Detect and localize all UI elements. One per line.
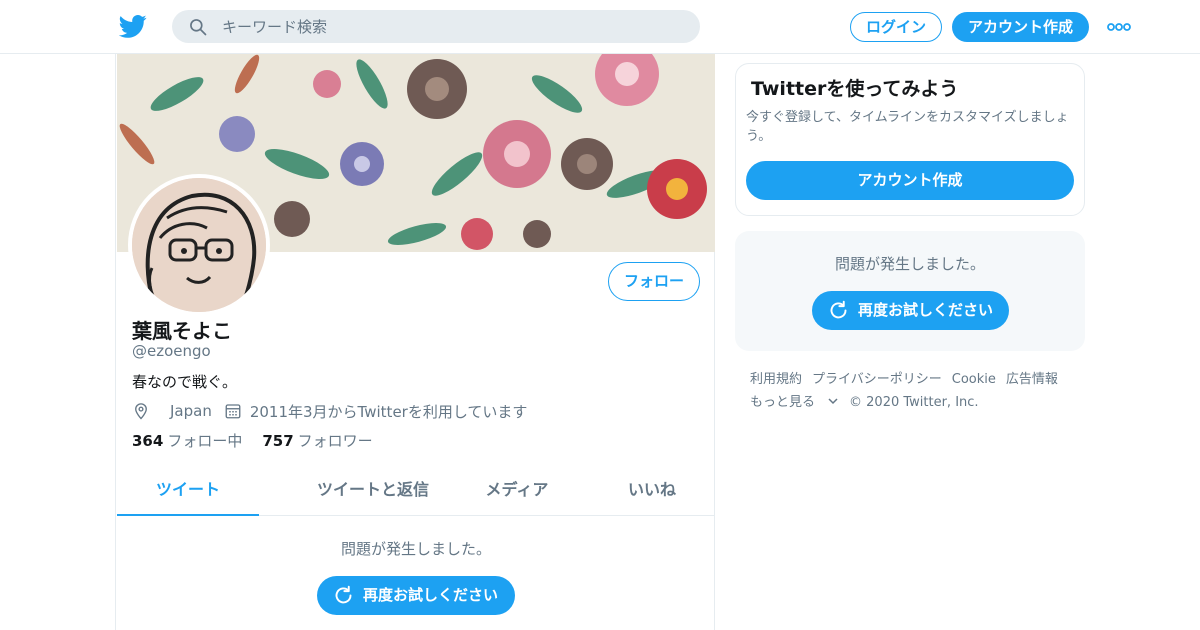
profile-bio: 春なので戦ぐ。 xyxy=(132,373,238,391)
promo-signup-button[interactable]: アカウント作成 xyxy=(746,161,1074,200)
retry-label: 再度お試しください xyxy=(858,301,994,319)
footer-link-privacy[interactable]: プライバシーポリシー xyxy=(812,372,942,387)
profile-meta: Japan 2011年3月からTwitterを利用しています xyxy=(132,400,527,422)
top-bar: ログイン アカウント作成 xyxy=(0,0,1200,54)
following-count: 364 xyxy=(132,432,164,450)
profile-tabs: ツイート ツイートと返信 メディア いいね xyxy=(117,466,715,516)
promo-title: Twitterを使ってみよう xyxy=(751,78,959,100)
footer-link-ads[interactable]: 広告情報 xyxy=(1006,372,1058,387)
following-label: フォロー中 xyxy=(167,432,243,450)
timeline-retry-button[interactable]: 再度お試しください xyxy=(317,576,515,615)
tab-tweets[interactable]: ツイート xyxy=(117,466,259,516)
more-icon[interactable] xyxy=(1106,17,1132,37)
retry-label: 再度お試しください xyxy=(363,586,499,604)
avatar-illustration xyxy=(132,178,266,312)
calendar-icon xyxy=(225,404,241,419)
sidebar-error-box: 問題が発生しました。 再度お試しください xyxy=(735,231,1085,351)
signup-button[interactable]: アカウント作成 xyxy=(952,12,1089,42)
sidebar-retry-button[interactable]: 再度お試しください xyxy=(812,291,1009,330)
profile-counts: 364 フォロー中 757 フォロワー xyxy=(132,430,373,451)
followers-count: 757 xyxy=(262,432,294,450)
footer-copyright: © 2020 Twitter, Inc. xyxy=(849,395,979,410)
login-button[interactable]: ログイン xyxy=(850,12,942,42)
refresh-icon xyxy=(335,585,352,604)
tab-likes[interactable]: いいね xyxy=(607,466,697,516)
footer-link-terms[interactable]: 利用規約 xyxy=(750,372,802,387)
footer-link-cookie[interactable]: Cookie xyxy=(952,372,996,387)
search-bar[interactable] xyxy=(172,10,700,43)
footer-more-link[interactable]: もっと見る xyxy=(750,395,839,410)
timeline-error-text: 問題が発生しました。 xyxy=(340,540,491,558)
chevron-down-icon xyxy=(828,398,838,405)
followers-label: フォロワー xyxy=(297,432,373,450)
following-count-link[interactable]: 364 フォロー中 xyxy=(132,430,242,451)
tab-media[interactable]: メディア xyxy=(467,466,567,516)
search-input[interactable] xyxy=(222,10,682,43)
footer-links: 利用規約 プライバシーポリシー Cookie 広告情報 もっと見る © 2020 Twi… xyxy=(750,368,1080,414)
twitter-bird-icon[interactable] xyxy=(119,12,147,40)
refresh-icon xyxy=(830,300,847,319)
profile-avatar[interactable] xyxy=(128,174,270,316)
search-icon xyxy=(190,19,207,36)
followers-count-link[interactable]: 757 フォロワー xyxy=(262,430,372,451)
follow-button[interactable]: フォロー xyxy=(608,262,700,301)
tab-tweets-and-replies[interactable]: ツイートと返信 xyxy=(277,466,469,516)
profile-joined-date: 2011年3月からTwitterを利用しています xyxy=(249,402,528,421)
profile-display-name: 葉風そよこ xyxy=(132,319,232,343)
footer-more-label: もっと見る xyxy=(750,395,816,410)
profile-location: Japan xyxy=(170,402,212,420)
location-pin-icon xyxy=(135,403,147,420)
signup-promo-card: Twitterを使ってみよう 今すぐ登録して、タイムラインをカスタマイズしましょ… xyxy=(735,63,1085,216)
profile-handle[interactable]: @ezoengo xyxy=(132,342,211,360)
profile-column: フォロー 葉風そよこ @ezoengo 春なので戦ぐ。 Japan 2011年3… xyxy=(115,54,715,630)
sidebar-error-text: 問題が発生しました。 xyxy=(834,255,985,273)
promo-text: 今すぐ登録して、タイムラインをカスタマイズしましょう。 xyxy=(746,110,1069,144)
